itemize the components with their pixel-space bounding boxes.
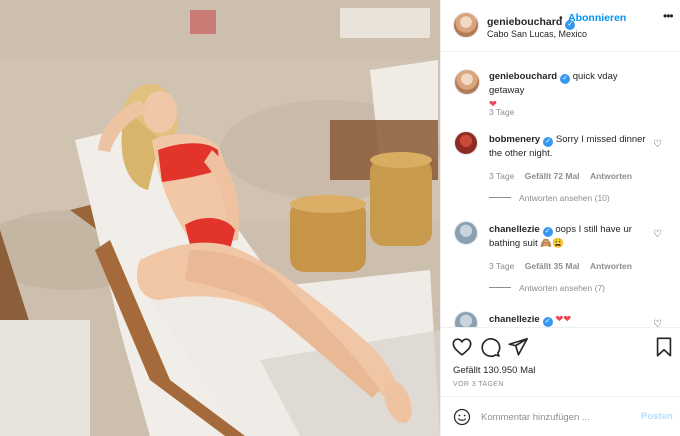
caption-time[interactable]: 3 Tage	[489, 107, 514, 117]
verified-icon: ✓	[543, 137, 554, 147]
follow-button[interactable]: Abonnieren	[568, 12, 626, 24]
view-replies-label: Antworten ansehen (10)	[519, 193, 610, 203]
comment-meta: 3 Tage Gefällt 72 Mal Antworten	[489, 171, 640, 181]
comment-username[interactable]: chanellezie	[489, 314, 540, 325]
heart-icon[interactable]	[451, 336, 473, 358]
more-horizontal-icon[interactable]: •••	[663, 9, 674, 23]
author-username[interactable]: geniebouchard	[487, 16, 562, 28]
post-image[interactable]	[0, 0, 440, 436]
replies-line	[489, 197, 511, 198]
like-count[interactable]: Gefällt 130.950 Mal	[453, 365, 535, 376]
comment-text-row: chanellezie ✓ oops I still have ur bathin…	[489, 223, 649, 251]
comment-input[interactable]	[481, 409, 631, 425]
post-sidebar: geniebouchard ✓ • Abonnieren Cabo San Luc…	[440, 0, 680, 436]
post-header: geniebouchard ✓ • Abonnieren Cabo San Luc…	[441, 0, 680, 52]
verified-icon: ✓	[542, 317, 553, 327]
comment-text-row: chanellezie ✓ ❤❤	[489, 313, 649, 327]
send-icon[interactable]	[507, 336, 529, 358]
comment-reply-button[interactable]: Antworten	[590, 261, 632, 271]
comment-like-heart-icon[interactable]: ♡	[653, 319, 662, 327]
comment-username[interactable]: chanellezie	[489, 224, 540, 235]
comment-emoji: ❤❤	[555, 314, 572, 325]
comment-likes[interactable]: Gefällt 35 Mal	[525, 261, 580, 271]
post-location[interactable]: Cabo San Lucas, Mexico	[487, 29, 587, 39]
replies-line	[489, 287, 511, 288]
comment-like-heart-icon[interactable]: ♡	[653, 229, 662, 240]
comment-like-heart-icon[interactable]: ♡	[653, 139, 662, 150]
post-comment-button[interactable]: Posten	[641, 411, 673, 422]
comment-emoji: 🙈😩	[540, 238, 564, 249]
comment-avatar[interactable]	[454, 131, 478, 155]
view-replies-button[interactable]: Antworten ansehen (7)	[489, 283, 605, 293]
caption-avatar[interactable]	[454, 69, 480, 95]
comment-likes[interactable]: Gefällt 72 Mal	[525, 171, 580, 181]
comment-meta: 3 Tage Gefällt 35 Mal Antworten	[489, 261, 640, 271]
comment-time[interactable]: 3 Tage	[489, 171, 514, 181]
view-replies-button[interactable]: Antworten ansehen (10)	[489, 193, 610, 203]
post-actions: Gefällt 130.950 Mal VOR 3 TAGEN	[441, 327, 680, 395]
author-avatar[interactable]	[453, 12, 479, 38]
view-replies-label: Antworten ansehen (7)	[519, 283, 605, 293]
caption-username[interactable]: geniebouchard	[489, 71, 557, 82]
emoji-icon[interactable]	[453, 408, 471, 426]
comment-avatar[interactable]	[454, 221, 478, 245]
header-separator: •	[559, 12, 563, 24]
comment-avatar[interactable]	[454, 311, 478, 327]
comment-time[interactable]: 3 Tage	[489, 261, 514, 271]
posted-time[interactable]: VOR 3 TAGEN	[453, 381, 504, 388]
comment-username[interactable]: bobmenery	[489, 134, 540, 145]
caption-text-row: geniebouchard ✓ quick vday getaway ❤	[489, 70, 649, 112]
comment-reply-button[interactable]: Antworten	[590, 171, 632, 181]
add-comment-bar: Posten	[441, 396, 680, 436]
beach-photo	[0, 0, 440, 436]
comment-text-row: bobmenery ✓ Sorry I missed dinner the oth…	[489, 133, 649, 161]
comment-icon[interactable]	[479, 336, 501, 358]
comments-list[interactable]: geniebouchard ✓ quick vday getaway ❤ 3 Ta…	[441, 53, 680, 327]
bookmark-icon[interactable]	[653, 336, 675, 358]
verified-icon: ✓	[560, 74, 571, 84]
verified-icon: ✓	[542, 227, 553, 237]
